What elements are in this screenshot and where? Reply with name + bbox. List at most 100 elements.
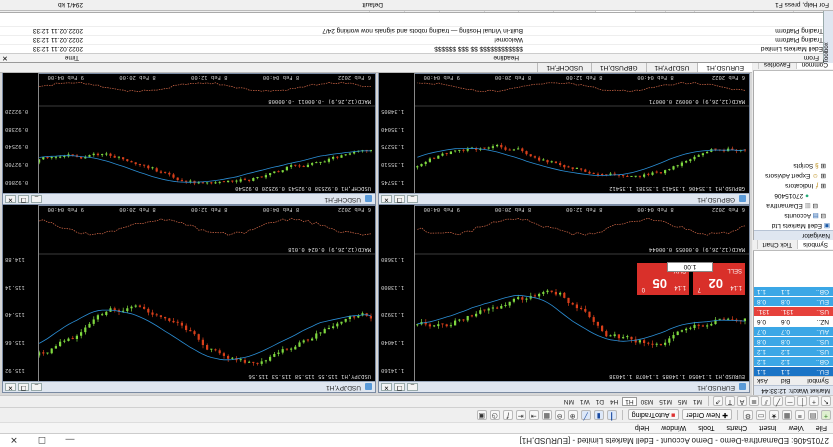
chart-shift-icon[interactable]: ⇤ <box>515 410 526 420</box>
market-watch-row[interactable]: AU.. 0.7 0.7 <box>754 326 833 336</box>
nav-item-scripts[interactable]: ⊞ § Scripts <box>754 160 833 170</box>
market-watch-row[interactable]: EU.. 1.1 1.1 <box>754 366 833 376</box>
nav-item-experts[interactable]: ⊞ ☺ Expert Advisors <box>754 170 833 180</box>
label-icon[interactable]: T <box>725 396 735 407</box>
chart-restore-button[interactable]: ❐ <box>394 383 405 391</box>
chart-window-caption[interactable]: USDJPY,H1 _ ❐ ✕ <box>3 381 375 392</box>
data-window-icon[interactable]: ▦ <box>782 410 792 420</box>
zoom-in-icon[interactable]: ⊕ <box>567 410 578 420</box>
crosshair-icon[interactable]: + <box>809 396 819 407</box>
chart-window[interactable]: GBPUSD,H1 _ ❐ ✕ 1.35745 1.35510 1.35275 1.3… <box>378 72 750 205</box>
chart-window[interactable]: USDCHF,H1 _ ❐ ✕ 0.92860 0.92700 0.92540 0.9… <box>2 72 376 205</box>
menu-file[interactable]: File <box>816 425 827 432</box>
timeframe-m1[interactable]: M1 <box>691 398 704 405</box>
periods-icon[interactable]: ◷ <box>489 410 500 420</box>
profiles-icon[interactable]: ▤ <box>808 410 818 420</box>
trendline-icon[interactable]: ╱ <box>773 396 783 407</box>
market-watch-row[interactable]: GB.. 1.1 1.1 <box>754 286 833 296</box>
market-watch-row[interactable]: NZ.. 0.6 0.6 <box>754 316 833 326</box>
column-time[interactable]: Time <box>13 55 83 62</box>
tab-symbols[interactable]: Symbols <box>797 240 833 250</box>
auto-scroll-icon[interactable]: ⇥ <box>528 410 539 420</box>
market-watch-row[interactable]: US.. 0.8 0.8 <box>754 336 833 346</box>
chart-minimize-button[interactable]: _ <box>31 383 42 391</box>
price-chart[interactable] <box>414 72 749 193</box>
column-from[interactable]: From <box>523 55 823 62</box>
chart-close-button[interactable]: ✕ <box>381 195 392 203</box>
chart-restore-button[interactable]: ❐ <box>394 195 405 203</box>
chart-close-button[interactable]: ✕ <box>5 383 16 391</box>
chart-window[interactable]: USDJPY,H1 _ ❐ ✕ 115.92 115.66 115.40 115.14… <box>2 204 376 393</box>
terminal-icon[interactable]: ▭ <box>756 410 766 420</box>
lot-size-input[interactable]: 1.00 <box>667 262 713 272</box>
nav-item-broker[interactable]: ▣ Edell Markets Ltd <box>754 220 833 230</box>
market-watch-row[interactable]: EU.. 0.8 0.8 <box>754 296 833 306</box>
navigator-icon[interactable]: ★ <box>769 410 779 420</box>
text-icon[interactable]: A <box>737 396 747 407</box>
timeframe-m30[interactable]: M30 <box>639 398 656 405</box>
vertical-line-icon[interactable]: │ <box>797 396 807 407</box>
menu-insert[interactable]: Insert <box>759 425 777 432</box>
timeframe-w1[interactable]: W1 <box>578 398 592 405</box>
line-chart-icon[interactable]: ╱ <box>580 410 591 420</box>
horizontal-line-icon[interactable]: ─ <box>785 396 795 407</box>
maximize-button[interactable]: ☐ <box>28 433 56 447</box>
zoom-out-icon[interactable]: ⊖ <box>554 410 565 420</box>
mail-row[interactable]: Edell Markets Limited $$$$$$$$$$$$ $$ $$$… <box>0 44 833 53</box>
indicators-icon[interactable]: ƒ <box>502 410 513 420</box>
market-watch-icon[interactable]: ≡ <box>795 410 805 420</box>
menu-window[interactable]: Window <box>661 425 686 432</box>
nav-item-accounts[interactable]: ⊟ ▤ Accounts <box>754 210 833 220</box>
new-order-button[interactable]: ✚ New Order <box>682 409 732 421</box>
timeframe-h1[interactable]: H1 <box>622 397 637 406</box>
candlestick-icon[interactable]: ▮ <box>593 410 604 420</box>
chart-minimize-button[interactable]: _ <box>31 195 42 203</box>
menu-help[interactable]: Help <box>635 425 649 432</box>
market-watch-row[interactable]: GB.. 1.2 1.2 <box>754 356 833 366</box>
chart-minimize-button[interactable]: _ <box>407 195 418 203</box>
timeframe-mn[interactable]: MN <box>562 398 576 405</box>
channel-icon[interactable]: ⫽ <box>761 396 771 407</box>
price-axis[interactable]: 1.14160 1.14040 1.13920 1.13800 1.13680 <box>379 204 415 381</box>
chart-tab-usdchf[interactable]: USDCHF,H1 <box>537 63 591 72</box>
chart-tab-gbpusd[interactable]: GBPUSD,H1 <box>590 63 646 72</box>
arrows-icon[interactable]: ⇗ <box>713 396 723 407</box>
chart-tab-eurusd[interactable]: EURUSD,H1 <box>697 63 752 72</box>
price-axis[interactable]: 115.92 115.66 115.40 115.14 114.88 <box>3 204 39 381</box>
menu-tools[interactable]: Tools <box>698 425 714 432</box>
chart-window-caption[interactable]: GBPUSD,H1 _ ❐ ✕ <box>379 193 749 204</box>
market-watch-row[interactable]: US.. 1.2 1.2 <box>754 346 833 356</box>
chart-window-caption[interactable]: USDCHF,H1 _ ❐ ✕ <box>3 193 375 204</box>
close-window-button[interactable]: ✕ <box>0 433 28 447</box>
price-chart[interactable] <box>38 204 375 381</box>
chart-window-caption[interactable]: EURUSD,H1 _ ❐ ✕ <box>379 381 749 392</box>
chart-close-button[interactable]: ✕ <box>381 383 392 391</box>
timeframe-m15[interactable]: M15 <box>657 398 674 405</box>
menu-charts[interactable]: Charts <box>727 425 748 432</box>
chart-minimize-button[interactable]: _ <box>407 383 418 391</box>
price-chart[interactable] <box>38 72 375 193</box>
tab-tick-chart[interactable]: Tick Chart <box>756 240 798 250</box>
chart-restore-button[interactable]: ❐ <box>18 383 29 391</box>
cursor-icon[interactable]: ↖ <box>821 396 831 407</box>
price-axis[interactable]: 0.92860 0.92700 0.92540 0.92380 0.92220 <box>3 72 39 193</box>
chart-window[interactable]: EURUSD,H1 _ ❐ ✕ 1.14160 1.14040 1.13920 1.1… <box>378 204 750 393</box>
column-headline[interactable]: Headline <box>83 55 523 62</box>
tile-windows-icon[interactable]: ▦ <box>541 410 552 420</box>
templates-icon[interactable]: ▣ <box>476 410 487 420</box>
menu-view[interactable]: View <box>789 425 804 432</box>
mail-row[interactable]: Trading Platform Built-in Virtual Hosting… <box>0 26 833 35</box>
toolbox-close-button[interactable]: ✕ <box>2 54 8 62</box>
chart-tab-usdjpy[interactable]: USDJPY,H1 <box>645 63 698 72</box>
price-axis[interactable]: 1.35745 1.35510 1.35275 1.35040 1.34805 <box>379 72 415 193</box>
mail-row[interactable]: Trading Platform Welcome! 2022.02.11 12:33 <box>0 35 833 44</box>
nav-item-account[interactable]: ● 27015406 <box>754 190 833 200</box>
fibonacci-icon[interactable]: ≣ <box>749 396 759 407</box>
column-symbol[interactable]: Symbol <box>805 378 833 385</box>
new-chart-icon[interactable]: + <box>821 410 831 420</box>
strategy-tester-icon[interactable]: ⚙ <box>743 410 753 420</box>
minimize-button[interactable]: — <box>56 433 84 447</box>
chart-close-button[interactable]: ✕ <box>5 195 16 203</box>
timeframe-m5[interactable]: M5 <box>676 398 689 405</box>
timeframe-h4[interactable]: H4 <box>608 398 620 405</box>
